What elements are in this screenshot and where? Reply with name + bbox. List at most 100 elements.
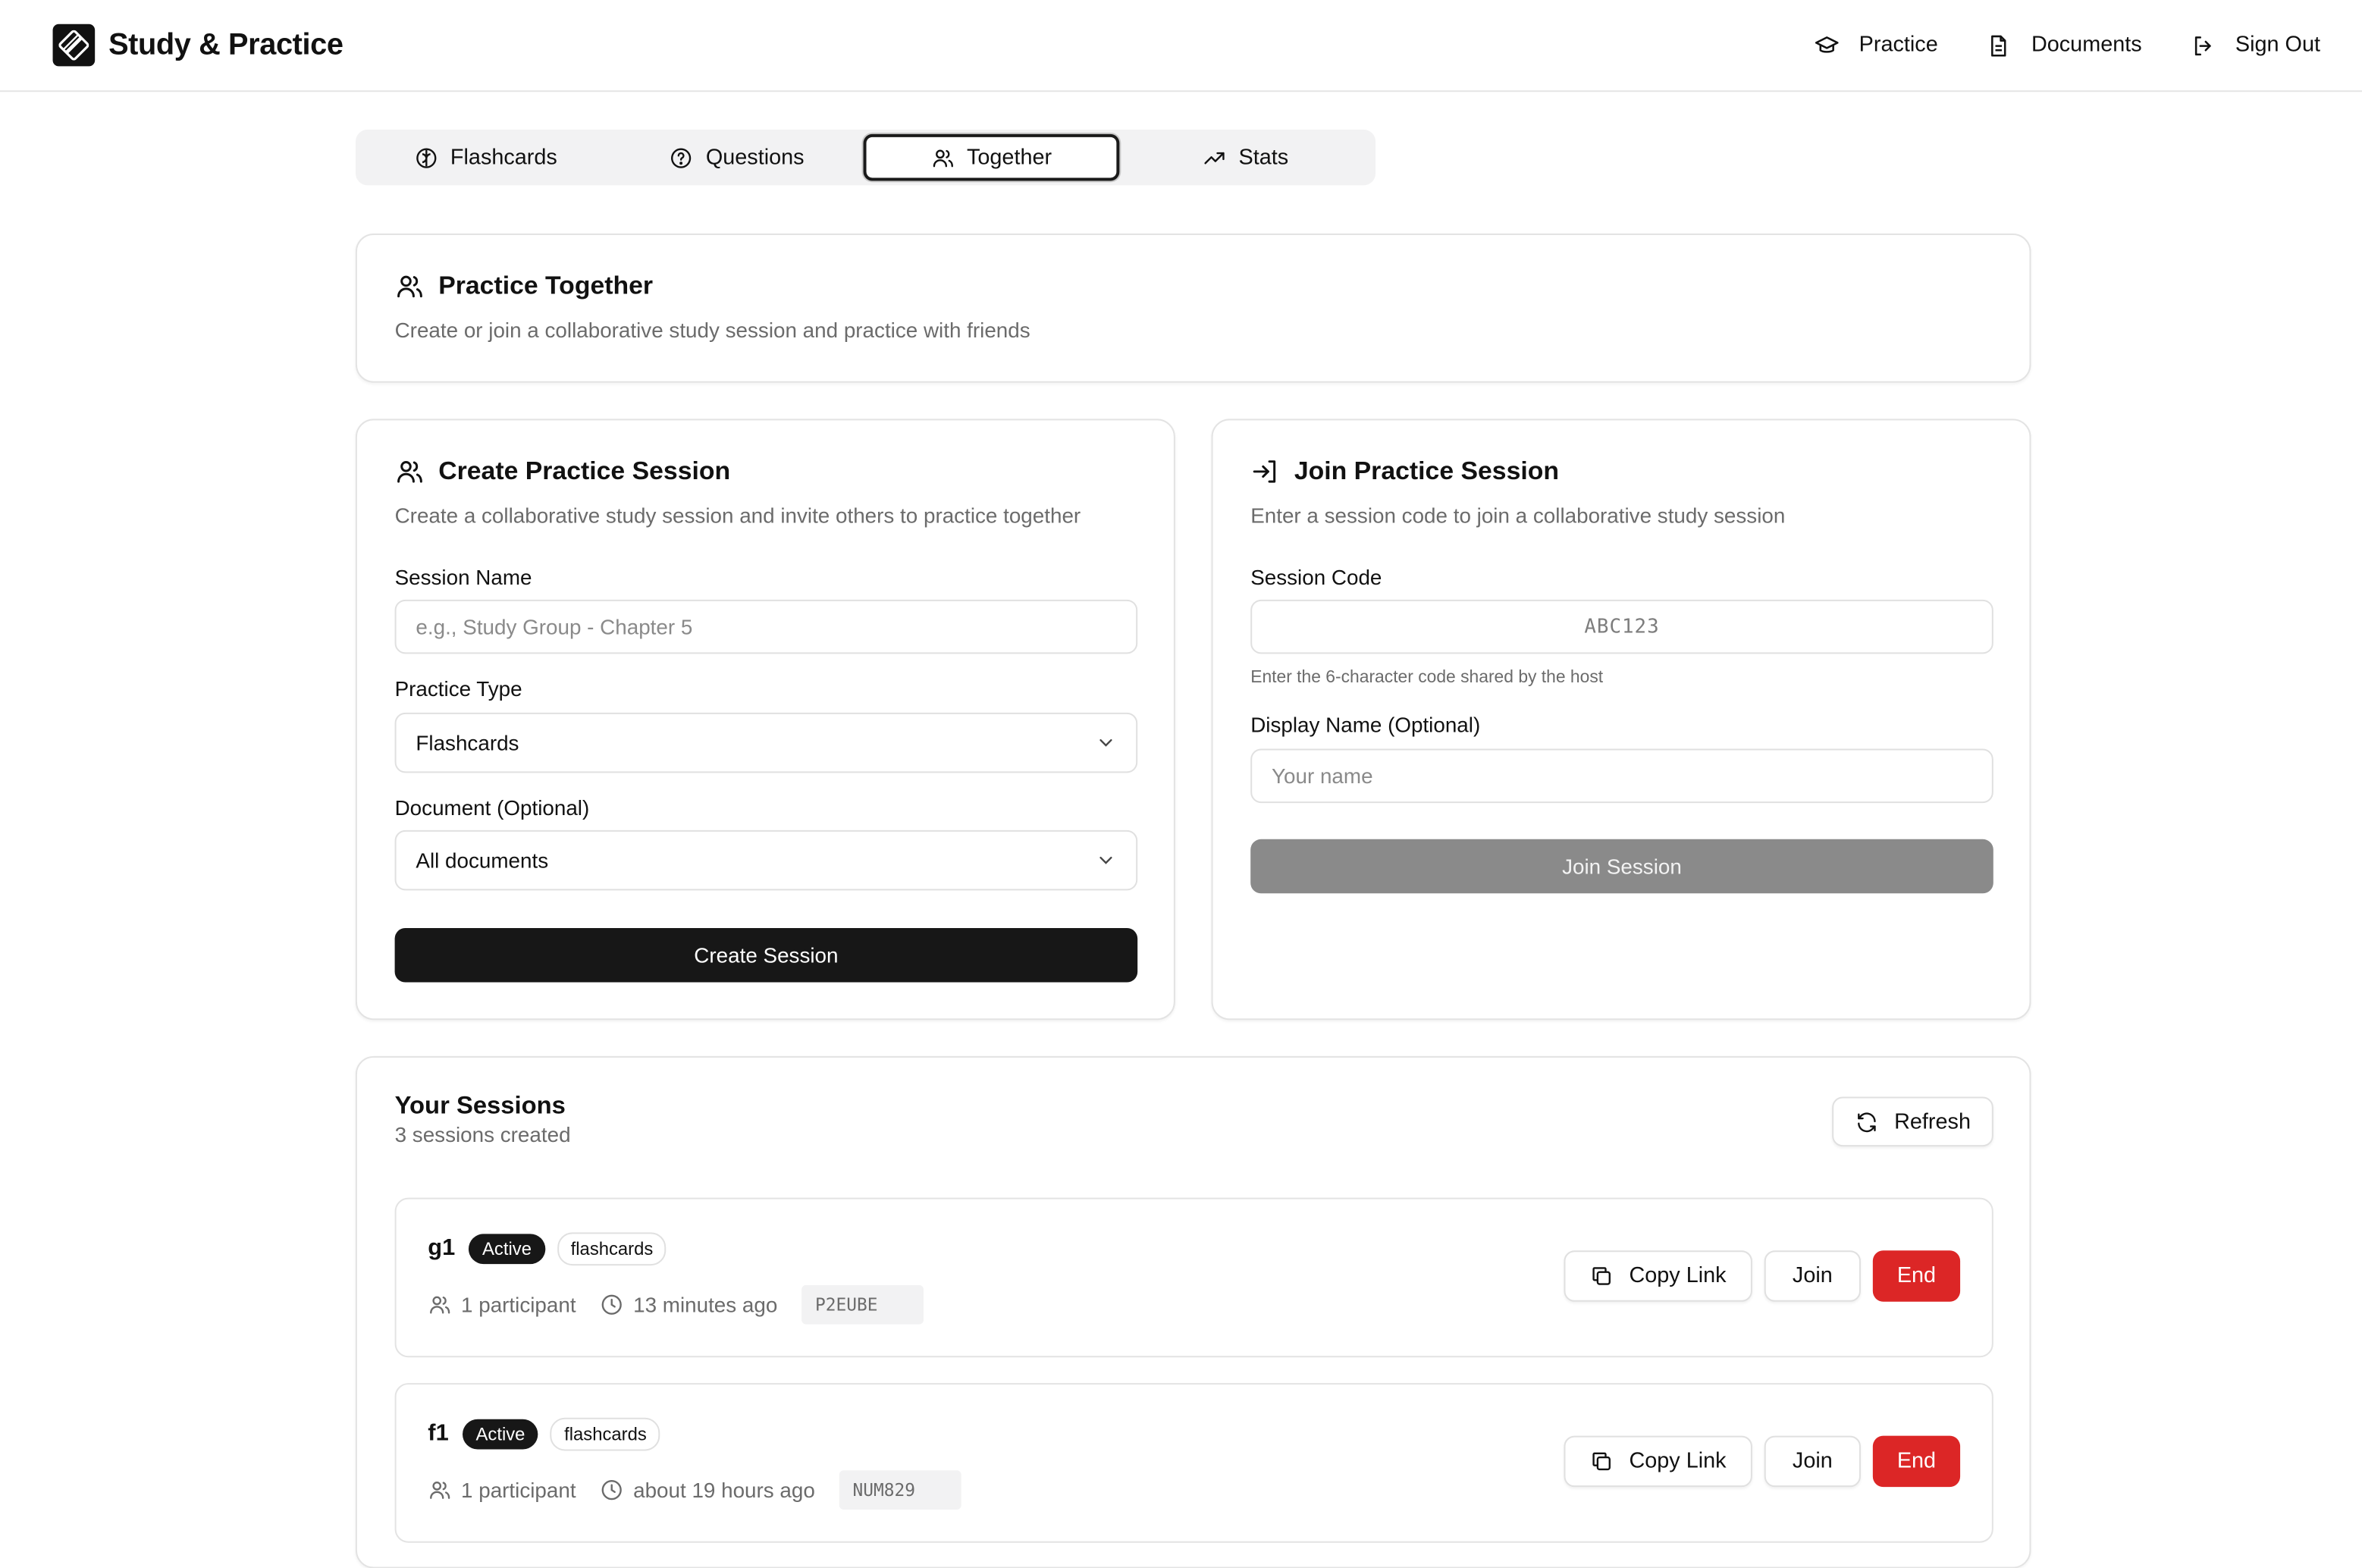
tab-flashcards-label: Flashcards: [450, 145, 557, 170]
type-badge: flashcards: [557, 1232, 667, 1266]
brand[interactable]: Study & Practice: [52, 24, 343, 67]
users-icon: [430, 1296, 450, 1314]
tab-questions[interactable]: Questions: [611, 134, 862, 181]
participants: 1 participant: [428, 1293, 576, 1317]
join-session-heading: Join Practice Session: [1250, 456, 1785, 487]
chevron-down-icon: [1099, 856, 1112, 864]
practice-type-select[interactable]: Flashcards: [394, 712, 1138, 773]
document-label: Document (Optional): [394, 795, 590, 820]
participants: 1 participant: [428, 1478, 576, 1502]
session-name-label: Session Name: [394, 565, 532, 589]
session-code-placeholder: ABC123: [1584, 615, 1660, 638]
session-code-label: Session Code: [1250, 565, 1382, 589]
document-value: All documents: [416, 848, 549, 873]
tab-together[interactable]: Together: [862, 133, 1120, 181]
copy-link-button[interactable]: Copy Link: [1564, 1435, 1752, 1488]
tab-together-label: Together: [966, 145, 1052, 170]
session-name: g1: [428, 1235, 456, 1262]
refresh-label: Refresh: [1894, 1109, 1971, 1134]
session-item: g1 Active flashcards 1 participant 13 mi…: [394, 1197, 1993, 1358]
session-code-hint: Enter the 6-character code shared by the…: [1250, 669, 1604, 688]
session-code: P2EUBE: [801, 1284, 924, 1325]
refresh-button[interactable]: Refresh: [1832, 1096, 1993, 1147]
your-sessions-subtitle: 3 sessions created: [394, 1122, 571, 1147]
session-name-input[interactable]: e.g., Study Group - Chapter 5: [394, 599, 1138, 654]
end-button[interactable]: End: [1872, 1435, 1961, 1488]
trending-up-icon: [1204, 151, 1225, 164]
chevron-down-icon: [1099, 739, 1112, 747]
nav-sign-out-label: Sign Out: [2235, 33, 2320, 58]
display-name-input[interactable]: Your name: [1250, 748, 1993, 804]
created-time-text: about 19 hours ago: [633, 1478, 815, 1503]
join-button[interactable]: Join: [1764, 1435, 1861, 1488]
nav-practice[interactable]: Practice: [1814, 33, 1938, 58]
clock-icon: [602, 1294, 623, 1315]
practice-together-description: Create or join a collaborative study ses…: [394, 318, 1030, 343]
practice-together-card: Practice Together Create or join a colla…: [355, 233, 2031, 383]
log-in-icon: [1253, 460, 1276, 483]
create-session-button[interactable]: Create Session: [394, 927, 1138, 983]
session-code-input[interactable]: ABC123: [1250, 599, 1993, 654]
session-header: f1 Active flashcards: [428, 1417, 660, 1451]
nav-practice-label: Practice: [1859, 33, 1938, 58]
users-icon: [933, 149, 953, 167]
document-select[interactable]: All documents: [394, 829, 1138, 891]
create-session-card: Create Practice Session Create a collabo…: [355, 419, 1175, 1021]
your-sessions-card: Your Sessions 3 sessions created Refresh…: [355, 1055, 2031, 1568]
created-time-text: 13 minutes ago: [633, 1292, 778, 1317]
help-circle-icon: [671, 147, 692, 168]
file-text-icon: [1991, 34, 2006, 56]
tab-flashcards[interactable]: Flashcards: [360, 134, 611, 181]
create-session-heading: Create Practice Session: [395, 456, 1081, 487]
end-button[interactable]: End: [1872, 1250, 1961, 1302]
users-icon: [397, 461, 422, 483]
practice-together-title: Practice Together: [438, 271, 654, 300]
app-logo-icon: [52, 24, 96, 67]
copy-link-label: Copy Link: [1629, 1449, 1727, 1474]
participants-count: 1 participant: [461, 1292, 576, 1317]
create-session-description: Create a collaborative study session and…: [394, 503, 1081, 528]
copy-link-label: Copy Link: [1629, 1264, 1727, 1288]
type-badge: flashcards: [551, 1417, 660, 1451]
join-session-title: Join Practice Session: [1294, 456, 1560, 485]
copy-icon: [1592, 1267, 1611, 1285]
created-time: 13 minutes ago: [600, 1293, 777, 1317]
nav-documents[interactable]: Documents: [1986, 33, 2142, 58]
log-out-icon: [2194, 36, 2210, 55]
practice-together-heading: Practice Together: [395, 271, 1992, 302]
join-session-card: Join Practice Session Enter a session co…: [1211, 419, 2031, 1021]
practice-type-label: Practice Type: [394, 676, 522, 701]
join-session-button[interactable]: Join Session: [1250, 839, 1993, 894]
graduation-cap-icon: [1815, 36, 1839, 52]
users-icon: [397, 275, 422, 298]
display-name-label: Display Name (Optional): [1250, 712, 1481, 737]
top-nav: Practice Documents Sign Out: [1814, 33, 2320, 58]
app-header: Study & Practice Practice Documents Sign…: [0, 0, 2362, 93]
page: Study & Practice Practice Documents Sign…: [0, 0, 2362, 1568]
tab-stats-label: Stats: [1238, 145, 1289, 170]
tab-stats[interactable]: Stats: [1120, 134, 1371, 181]
session-code: NUM829: [839, 1470, 961, 1510]
practice-type-value: Flashcards: [416, 730, 519, 755]
status-badge: Active: [469, 1234, 545, 1265]
copy-link-button[interactable]: Copy Link: [1564, 1250, 1752, 1302]
your-sessions-title: Your Sessions: [394, 1092, 566, 1120]
join-session-description: Enter a session code to join a collabora…: [1250, 503, 1786, 528]
clock-icon: [602, 1480, 623, 1501]
join-button[interactable]: Join: [1764, 1250, 1861, 1302]
status-badge: Active: [462, 1419, 539, 1450]
created-time: about 19 hours ago: [600, 1478, 815, 1503]
session-item: f1 Active flashcards 1 participant about…: [394, 1383, 1993, 1543]
users-icon: [430, 1482, 450, 1499]
nav-sign-out[interactable]: Sign Out: [2190, 33, 2320, 58]
refresh-icon: [1858, 1112, 1877, 1132]
participants-count: 1 participant: [461, 1478, 576, 1503]
practice-tabs: Flashcards Questions Together Stats: [355, 129, 1376, 186]
session-meta: 1 participant 13 minutes ago P2EUBE: [428, 1284, 924, 1325]
session-name-placeholder: e.g., Study Group - Chapter 5: [416, 614, 693, 639]
app-title: Study & Practice: [108, 27, 343, 61]
display-name-placeholder: Your name: [1272, 764, 1373, 789]
tab-questions-label: Questions: [705, 145, 805, 170]
session-header: g1 Active flashcards: [428, 1232, 667, 1266]
copy-icon: [1592, 1452, 1611, 1471]
